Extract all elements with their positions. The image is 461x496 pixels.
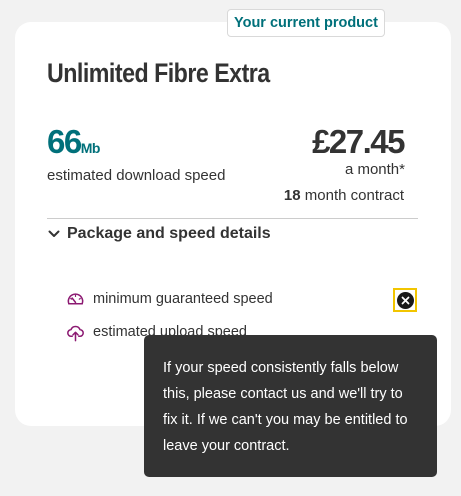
price-period: a month* [344,161,405,178]
contract-suffix: month contract [300,187,404,204]
close-icon [396,291,414,309]
speed-guarantee-tooltip: If your speed consistently falls below t… [144,335,437,477]
contract-length: 18 month contract [284,187,404,204]
price-amount: £27.45 [312,123,405,160]
tooltip-text: If your speed consistently falls below t… [163,360,408,454]
current-product-badge: Your current product [227,9,385,37]
package-details-label: Package and speed details [67,225,271,242]
cloud-upload-icon [67,325,84,341]
feature-item-min-speed: minimum guaranteed speed [66,289,273,309]
divider [47,218,418,219]
speed-value: 66 [47,123,82,160]
product-title: Unlimited Fibre Extra [47,58,270,88]
contract-months: 18 [283,187,301,204]
close-tooltip-button[interactable] [393,288,417,312]
speed-label: estimated download speed [47,167,226,184]
package-details-toggle[interactable]: Package and speed details [47,223,271,245]
feature-label: minimum guaranteed speed [93,291,273,307]
chevron-down-icon [48,230,60,237]
speed-unit: Mb [80,140,101,156]
speedometer-icon [67,292,84,305]
download-speed: 66Mb [47,122,100,169]
